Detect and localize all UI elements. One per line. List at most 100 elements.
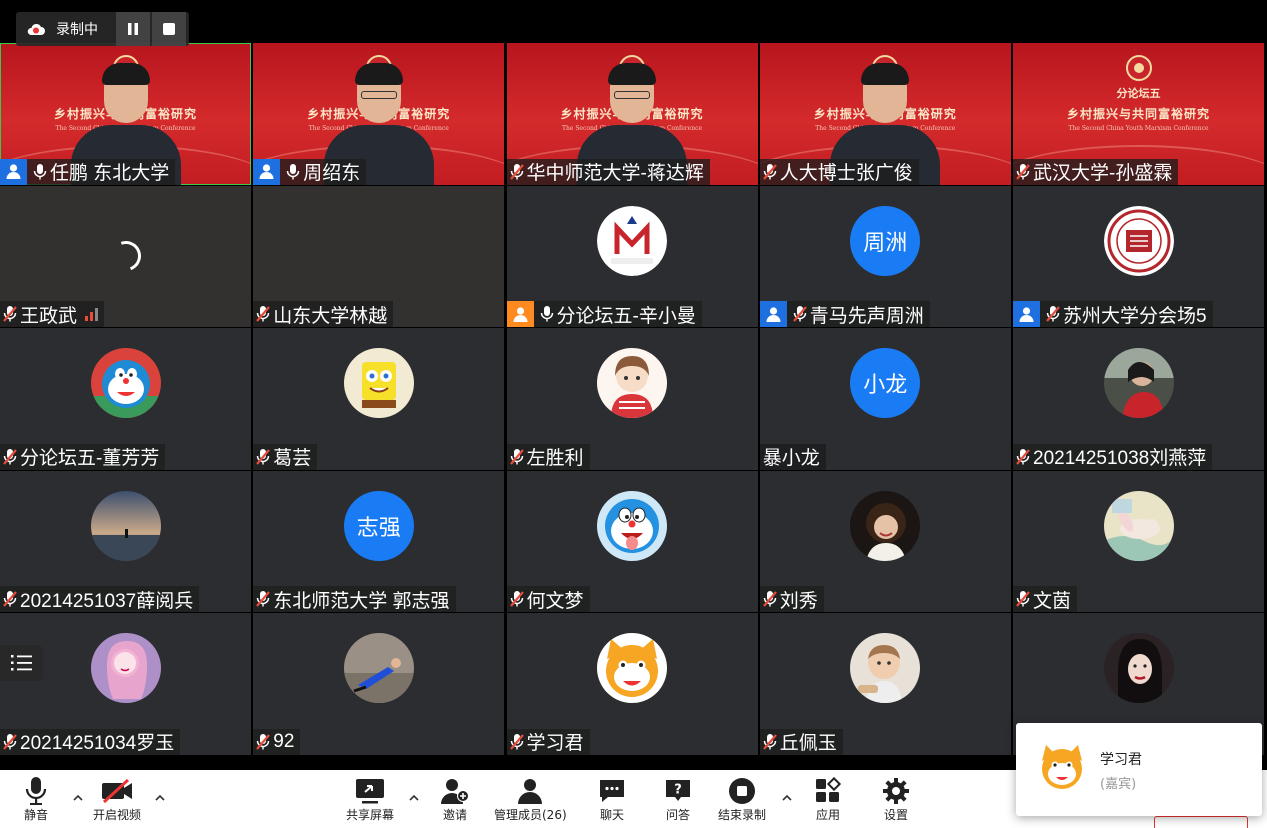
participant-name-tag: 何文梦: [506, 586, 590, 612]
participant-tile[interactable]: 苏州大学分会场5: [1013, 185, 1264, 327]
avatar: 周洲: [850, 205, 921, 276]
participant-tile[interactable]: 文茵: [1013, 470, 1264, 612]
svg-text:?: ?: [674, 783, 682, 798]
apps-button[interactable]: 应用: [814, 776, 842, 823]
avatar: [90, 490, 161, 561]
user-icon: [0, 158, 27, 185]
participant-name-tag: 武汉大学-孙盛霖: [1013, 158, 1179, 185]
participant-tile[interactable]: 乡村振兴与共同富裕研究The Second China Youth Marxis…: [253, 43, 505, 185]
muted-microphone-icon: [1016, 163, 1030, 180]
participant-name-tag: 葛芸: [253, 443, 318, 470]
manage-members-button[interactable]: 管理成员(26): [494, 776, 567, 823]
participant-name: 暴小龙: [762, 448, 820, 469]
participant-tile[interactable]: 乡村振兴与共同富裕研究The Second China Youth Marxis…: [506, 43, 758, 185]
participant-tile[interactable]: 分论坛五-董芳芳: [0, 328, 251, 470]
microphone-icon: [30, 159, 50, 185]
muted-microphone-icon: [790, 301, 810, 327]
muted-microphone-icon: [256, 448, 271, 465]
participant-tile[interactable]: 王政武: [0, 185, 251, 327]
chat-bubble-icon: [600, 780, 624, 802]
participant-name: 山东大学林越: [273, 305, 388, 327]
participant-tile[interactable]: 分论坛五-辛小曼: [506, 185, 758, 327]
meeting-window: 乡村振兴与共同富裕研究 The Second China Youth Marxis…: [0, 0, 1267, 828]
muted-microphone-icon: [762, 591, 777, 607]
participant-tile[interactable]: 何文梦: [506, 470, 758, 612]
participant-name: 丘佩玉: [779, 733, 837, 754]
question-icon: ?: [666, 780, 690, 801]
avatar: [597, 633, 667, 703]
cloud-record-icon: [26, 22, 46, 36]
end-recording-label: 结束录制: [718, 808, 767, 822]
participant-name-tag: 周绍东: [253, 158, 367, 185]
participant-name-tag: 暴小龙: [759, 443, 826, 470]
participant-name: 左胜利: [526, 448, 584, 469]
participant-name-tag: 20214251037薛阅兵: [0, 586, 200, 612]
share-options-chevron-icon[interactable]: [408, 792, 420, 804]
cat-mascot-avatar: [1036, 741, 1088, 793]
pause-record-button[interactable]: [116, 12, 150, 46]
participant-tile[interactable]: 左胜利: [506, 328, 758, 470]
participant-tile[interactable]: 92: [253, 613, 505, 755]
participant-name-tag: 左胜利: [506, 443, 590, 470]
participant-tile[interactable]: 分论坛五 乡村振兴与共同富裕研究 The Second China Youth Ma…: [1013, 43, 1264, 185]
end-recording-button[interactable]: 结束录制: [718, 776, 766, 823]
popup-name: 学习君: [1100, 752, 1142, 768]
muted-microphone-icon: [253, 729, 273, 755]
loading-spinner-icon: [105, 235, 146, 276]
stop-record-button[interactable]: [152, 12, 186, 46]
stop-icon: [163, 23, 175, 35]
participant-name-tag: 92: [253, 728, 301, 755]
avatar: [343, 633, 414, 703]
qa-button[interactable]: ? 问答: [664, 776, 692, 823]
start-video-button[interactable]: 开启视频: [93, 776, 141, 823]
chat-button[interactable]: 聊天: [598, 776, 626, 823]
apps-grid-icon: [816, 777, 842, 802]
participant-name: 苏州大学分会场5: [1063, 305, 1207, 327]
participant-name-tag: 人大博士张广俊: [759, 158, 919, 185]
conference-emblem-icon: [1125, 55, 1152, 81]
participant-name-tag: 任鹏 东北大学: [0, 158, 176, 185]
muted-microphone-icon: [3, 306, 17, 322]
muted-microphone-icon: [253, 586, 273, 612]
participant-tile[interactable]: 周洲 青马先声周洲: [759, 185, 1011, 327]
participant-tile[interactable]: 乡村振兴与共同富裕研究The Second China Youth Marxis…: [759, 43, 1011, 185]
share-screen-button[interactable]: 共享屏幕: [346, 776, 394, 823]
camera-off-icon: [102, 778, 132, 804]
participant-name: 葛芸: [273, 448, 312, 469]
participant-tile[interactable]: 20214251034罗玉: [0, 613, 251, 755]
speaker-popup[interactable]: 学习君 (嘉宾): [1016, 723, 1262, 816]
participant-name: 华中师范大学-蒋达辉: [526, 163, 704, 184]
muted-microphone-icon: [509, 448, 524, 465]
video-options-chevron-icon[interactable]: [154, 792, 166, 804]
participant-name: 20214251037薛阅兵: [20, 590, 194, 612]
participant-tile[interactable]: 丘佩玉: [759, 613, 1011, 755]
avatar: 志强: [343, 490, 414, 561]
participant-name-tag: 20214251038刘燕萍: [1013, 443, 1213, 470]
muted-microphone-icon: [1013, 159, 1033, 185]
qa-label: 问答: [665, 808, 690, 822]
muted-microphone-icon: [3, 591, 17, 607]
invite-button[interactable]: 邀请: [440, 776, 470, 823]
participant-tile[interactable]: 山东大学林越: [253, 185, 505, 327]
mute-button[interactable]: 静音: [24, 776, 48, 823]
participant-tile[interactable]: 刘秀: [759, 470, 1011, 612]
muted-microphone-icon: [1013, 444, 1033, 470]
participant-tile[interactable]: 志强 东北师范大学 郭志强: [253, 470, 505, 612]
participant-tile[interactable]: 乡村振兴与共同富裕研究The Second China Youth Marxis…: [0, 43, 251, 185]
mute-options-chevron-icon[interactable]: [72, 792, 84, 804]
settings-button[interactable]: 设置: [882, 776, 910, 823]
recording-bar: 录制中: [16, 12, 189, 46]
participant-list-toggle-button[interactable]: [0, 645, 43, 681]
record-options-chevron-icon[interactable]: [781, 792, 793, 804]
participant-name: 何文梦: [526, 590, 584, 612]
muted-microphone-icon: [0, 301, 20, 327]
participant-tile[interactable]: 小龙 暴小龙: [759, 328, 1011, 470]
participant-tile[interactable]: 20214251037薛阅兵: [0, 470, 251, 612]
participant-name-tag: 分论坛五-辛小曼: [506, 301, 702, 327]
muted-microphone-icon: [0, 729, 20, 755]
participant-tile[interactable]: 葛芸: [253, 328, 505, 470]
participant-tile[interactable]: 20214251038刘燕萍: [1013, 328, 1264, 470]
participant-tile[interactable]: 学习君: [506, 613, 758, 755]
participant-name: 分论坛五-辛小曼: [556, 305, 696, 327]
muted-microphone-icon: [256, 733, 271, 750]
